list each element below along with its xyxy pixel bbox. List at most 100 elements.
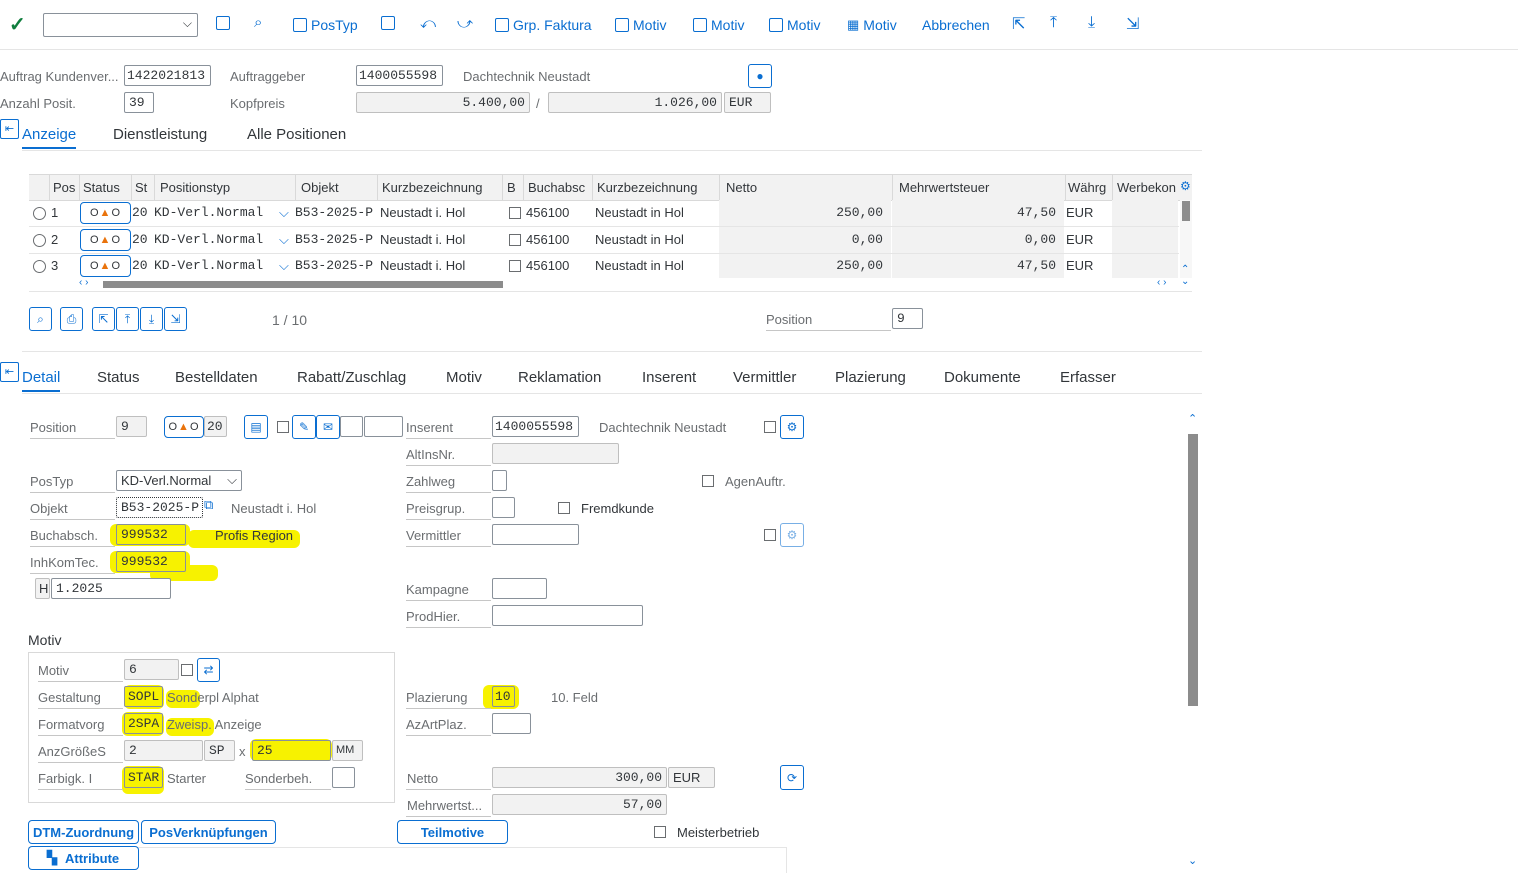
table-row[interactable]: 3 O ▲ O 20 KD-Verl.Normal ⌵ B53-2025-P Neu… (29, 253, 1179, 280)
gestaltung-field[interactable]: SOPL (124, 686, 163, 707)
col-status[interactable]: Status (83, 180, 120, 195)
vertical-scrollbar[interactable]: ⌃ (1180, 200, 1192, 278)
tab-dokumente[interactable]: Dokumente (944, 369, 1021, 386)
tab-motiv[interactable]: Motiv (446, 369, 482, 386)
fremdkunde-checkbox[interactable] (558, 502, 570, 514)
row-select-radio[interactable] (33, 260, 46, 273)
motiv-checkbox[interactable] (181, 664, 193, 676)
auftraggeber-field[interactable]: 1400055598 (356, 65, 443, 86)
next-page-icon[interactable]: ⤓ (140, 307, 163, 331)
edit-icon[interactable]: ✎ (292, 415, 316, 439)
copy-icon[interactable] (381, 16, 395, 30)
first-page-icon[interactable]: ⇱ (1012, 14, 1025, 34)
formatvorg-field[interactable]: 2SPA (124, 713, 163, 734)
enter-check-icon[interactable]: ✓ (9, 12, 26, 37)
forward-icon[interactable]: ⤻ (457, 15, 473, 32)
switch-icon[interactable]: ⇄ (197, 658, 220, 682)
chevron-down-icon[interactable]: ⌄ (1181, 276, 1189, 287)
table-row[interactable]: 1 O ▲ O 20 KD-Verl.Normal ⌵ B53-2025-P Neu… (29, 200, 1179, 227)
command-field[interactable]: ⌵ (43, 13, 198, 37)
zoom-icon[interactable]: ⌕ (29, 307, 52, 331)
chevron-down-icon[interactable]: ⌵ (279, 232, 289, 248)
person-icon[interactable]: ● (748, 64, 772, 88)
posverknuepfungen-button[interactable]: PosVerknüpfungen (141, 820, 276, 844)
motiv-button-3[interactable]: Motiv (769, 14, 820, 36)
date-field[interactable]: 1.2025 (51, 578, 171, 599)
auftrag-field[interactable]: 1422021813 (124, 65, 211, 86)
partner-icon[interactable]: ⚙ (780, 523, 804, 547)
document-icon[interactable]: ▤ (244, 415, 268, 439)
prodhier-field[interactable] (492, 605, 643, 626)
azartplaz-field[interactable] (492, 713, 531, 734)
col-st[interactable]: St (135, 180, 147, 195)
tab-erfasser[interactable]: Erfasser (1060, 369, 1116, 386)
inhkomtec-field[interactable]: 999532 (116, 551, 186, 572)
col-objekt[interactable]: Objekt (301, 180, 339, 195)
col-pos[interactable]: Pos (53, 180, 75, 195)
chevron-down-icon[interactable]: ⌄ (1188, 854, 1197, 867)
buchabsch-field[interactable]: 999532 (116, 524, 186, 545)
scrollbar-thumb[interactable] (1182, 201, 1190, 221)
objekt-field[interactable]: B53-2025-P (116, 497, 203, 518)
row-select-radio[interactable] (33, 234, 46, 247)
col-kurzbezeichnung-2[interactable]: Kurzbezeichnung (597, 180, 697, 195)
horizontal-scrollbar[interactable]: ‹ › ‹ › ⌄ (29, 276, 1192, 292)
table-row[interactable]: 2 O ▲ O 20 KD-Verl.Normal ⌵ B53-2025-P Neu… (29, 227, 1179, 254)
anzgroesse-height-field[interactable]: 25 (252, 740, 331, 761)
chevron-right-icon[interactable]: ‹ › (1157, 277, 1166, 288)
chevron-down-icon[interactable]: ⌵ (279, 258, 289, 274)
collapse-icon[interactable]: ⇤ (0, 119, 19, 139)
inserent-checkbox[interactable] (764, 421, 776, 433)
status-button[interactable]: O ▲ O (80, 202, 131, 224)
agenauftr-checkbox[interactable] (702, 475, 714, 487)
col-waehrung[interactable]: Währg (1068, 180, 1106, 195)
row-select-radio[interactable] (33, 207, 46, 220)
first-page-icon[interactable]: ⇱ (92, 307, 115, 331)
tab-alle-positionen[interactable]: Alle Positionen (247, 126, 346, 143)
empty-field[interactable] (364, 416, 403, 437)
dtm-zuordnung-button[interactable]: DTM-Zuordnung (28, 820, 139, 844)
status-button[interactable]: O ▲ O (80, 255, 131, 277)
postyp-button[interactable]: PosTyp (293, 14, 358, 36)
collapse-icon[interactable]: ⇤ (0, 362, 19, 382)
cell-postyp[interactable]: KD-Verl.Normal (154, 232, 263, 247)
tab-rabatt-zuschlag[interactable]: Rabatt/Zuschlag (297, 369, 406, 386)
teilmotive-button[interactable]: Teilmotive (397, 820, 508, 844)
postyp-select[interactable]: KD-Verl.Normal ⌵ (116, 470, 242, 491)
motiv-button-1[interactable]: Motiv (615, 14, 666, 36)
grid-position-field[interactable]: 9 (892, 308, 923, 329)
abbrechen-button[interactable]: Abbrechen (922, 14, 990, 36)
back-icon[interactable]: ⤺ (420, 15, 436, 32)
previous-page-icon[interactable]: ⤒ (116, 307, 139, 331)
meisterbetrieb-checkbox[interactable] (654, 826, 666, 838)
col-mehrwertsteuer[interactable]: Mehrwertsteuer (899, 180, 989, 195)
row-checkbox[interactable] (509, 207, 521, 219)
chevron-down-icon[interactable]: ⌵ (279, 205, 289, 221)
detail-vertical-scrollbar[interactable]: ⌃ ⌄ (1186, 412, 1200, 874)
vermittler-field[interactable] (492, 524, 579, 545)
col-buchabsc[interactable]: Buchabsc (528, 180, 585, 195)
inserent-field[interactable]: 1400055598 (492, 416, 579, 437)
save-icon[interactable] (216, 16, 230, 30)
tab-dienstleistung[interactable]: Dienstleistung (113, 126, 207, 143)
scrollbar-thumb[interactable] (103, 281, 503, 288)
next-page-icon[interactable]: ⤓ (1088, 14, 1095, 32)
tab-anzeige[interactable]: Anzeige (22, 126, 77, 149)
print-icon[interactable]: ⎙ (60, 307, 83, 331)
farbigk-field[interactable]: STAR (124, 767, 163, 788)
chevron-left-icon[interactable]: ‹ › (79, 277, 88, 288)
scrollbar-thumb[interactable] (1188, 434, 1198, 706)
tab-status[interactable]: Status (97, 369, 140, 386)
plazierung-field[interactable]: 10 (492, 686, 515, 707)
chevron-down-icon[interactable]: ⌵ (227, 472, 237, 488)
col-werbekon[interactable]: Werbekon (1117, 180, 1176, 195)
col-kurzbezeichnung[interactable]: Kurzbezeichnung (382, 180, 482, 195)
chevron-down-icon[interactable]: ⌵ (183, 16, 192, 31)
find-icon[interactable]: ⌕ (254, 14, 262, 31)
last-page-icon[interactable]: ⇲ (164, 307, 187, 331)
preisgrup-field[interactable] (492, 497, 515, 518)
tab-vermittler[interactable]: Vermittler (733, 369, 796, 386)
status-button[interactable]: O ▲ O (164, 416, 204, 438)
refresh-icon[interactable]: ⟳ (780, 765, 804, 790)
kampagne-field[interactable] (492, 578, 547, 599)
